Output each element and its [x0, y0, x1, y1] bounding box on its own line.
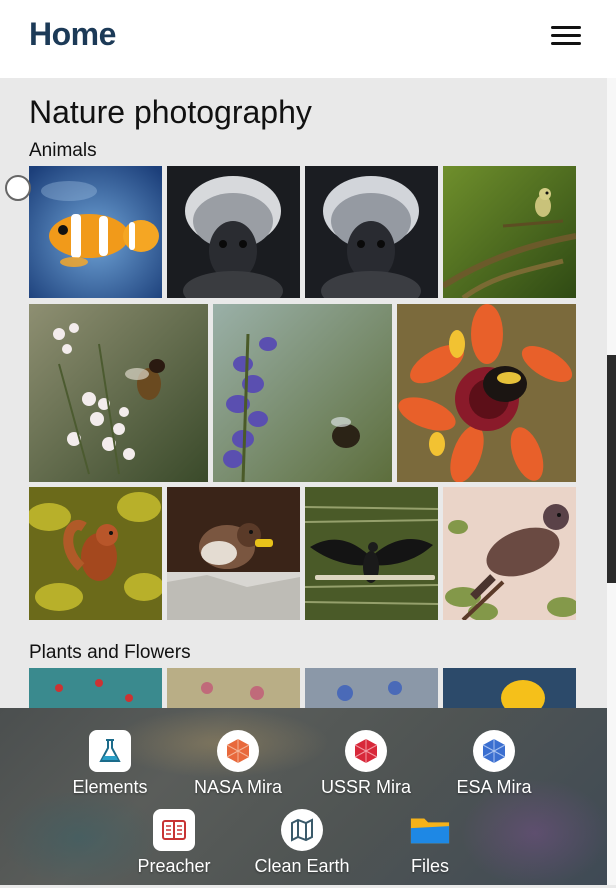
- dock-app-preacher[interactable]: Preacher: [110, 809, 238, 877]
- hamburger-menu-icon[interactable]: [548, 24, 582, 48]
- app-label: NASA Mira: [193, 777, 283, 797]
- scrollbar-thumb[interactable]: [607, 355, 616, 583]
- map-icon: [281, 809, 323, 851]
- app-label: Files: [410, 856, 449, 876]
- flask-icon: [89, 730, 131, 772]
- ussr-mira-icon: [345, 730, 387, 772]
- app-label: Elements: [72, 777, 148, 797]
- app-header: Home: [0, 0, 616, 78]
- photo-pigeon[interactable]: [443, 487, 576, 620]
- drag-handle[interactable]: [5, 175, 31, 201]
- app-label: USSR Mira: [320, 777, 411, 797]
- app-label: Clean Earth: [254, 856, 350, 876]
- section-title-animals: Animals: [29, 140, 97, 161]
- section-title-plants: Plants and Flowers: [29, 642, 191, 663]
- app-dock: Elements NASA Mira USSR Mira ESA Mira Pr…: [0, 708, 610, 888]
- photo-tamarin-2[interactable]: [305, 166, 438, 298]
- photo-sparrow[interactable]: [167, 487, 300, 620]
- photo-tamarin-1[interactable]: [167, 166, 300, 298]
- app-label: Preacher: [137, 856, 211, 876]
- photo-bee-purple-flowers[interactable]: [213, 304, 392, 482]
- photo-squirrel[interactable]: [29, 487, 162, 620]
- folder-icon: [409, 809, 451, 851]
- photo-bumblebee-orange-flower[interactable]: [397, 304, 576, 482]
- photo-cormorant[interactable]: [305, 487, 438, 620]
- page-title: Home: [29, 16, 116, 52]
- app-label: ESA Mira: [456, 777, 532, 797]
- dock-app-elements[interactable]: Elements: [46, 730, 174, 798]
- book-icon: [153, 809, 195, 851]
- gallery-heading: Nature photography: [29, 94, 312, 130]
- photo-bee-white-flowers[interactable]: [29, 304, 208, 482]
- dock-app-clean-earth[interactable]: Clean Earth: [238, 809, 366, 877]
- dock-app-nasa-mira[interactable]: NASA Mira: [174, 730, 302, 798]
- esa-mira-icon: [473, 730, 515, 772]
- dock-app-ussr-mira[interactable]: USSR Mira: [302, 730, 430, 798]
- photo-clownfish[interactable]: [29, 166, 162, 298]
- dock-app-files[interactable]: Files: [366, 809, 494, 877]
- dock-app-esa-mira[interactable]: ESA Mira: [430, 730, 558, 798]
- photo-small-bird[interactable]: [443, 166, 576, 298]
- nasa-mira-icon: [217, 730, 259, 772]
